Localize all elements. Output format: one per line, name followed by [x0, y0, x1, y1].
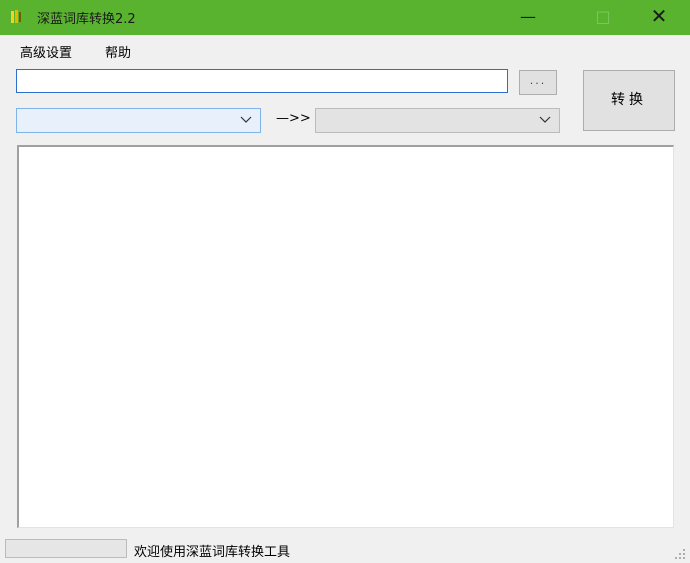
app-icon [11, 10, 21, 23]
chevron-down-icon [240, 112, 252, 129]
minimize-button[interactable]: — [505, 0, 551, 35]
progress-bar [5, 539, 127, 558]
resize-grip-icon[interactable] [674, 548, 686, 560]
status-bar: 欢迎使用深蓝词库转换工具 [0, 536, 690, 563]
conversion-arrow: —>> [276, 111, 311, 126]
menu-help[interactable]: 帮助 [105, 42, 131, 61]
source-format-select[interactable] [16, 108, 261, 133]
window-title: 深蓝词库转换2.2 [37, 12, 136, 27]
chevron-down-icon [539, 112, 551, 129]
status-message: 欢迎使用深蓝词库转换工具 [134, 545, 291, 560]
convert-button[interactable]: 转换 [583, 70, 675, 131]
output-log[interactable] [17, 145, 674, 528]
file-path-input[interactable] [16, 69, 508, 93]
close-button[interactable]: ✕ [636, 0, 682, 35]
title-bar[interactable]: 深蓝词库转换2.2 — □ ✕ [0, 0, 690, 35]
browse-button[interactable]: ... [519, 70, 557, 95]
maximize-button[interactable]: □ [580, 0, 626, 35]
menu-bar: 高级设置 帮助 [0, 35, 690, 65]
target-format-select[interactable] [315, 108, 560, 133]
menu-advanced-settings[interactable]: 高级设置 [20, 42, 72, 61]
